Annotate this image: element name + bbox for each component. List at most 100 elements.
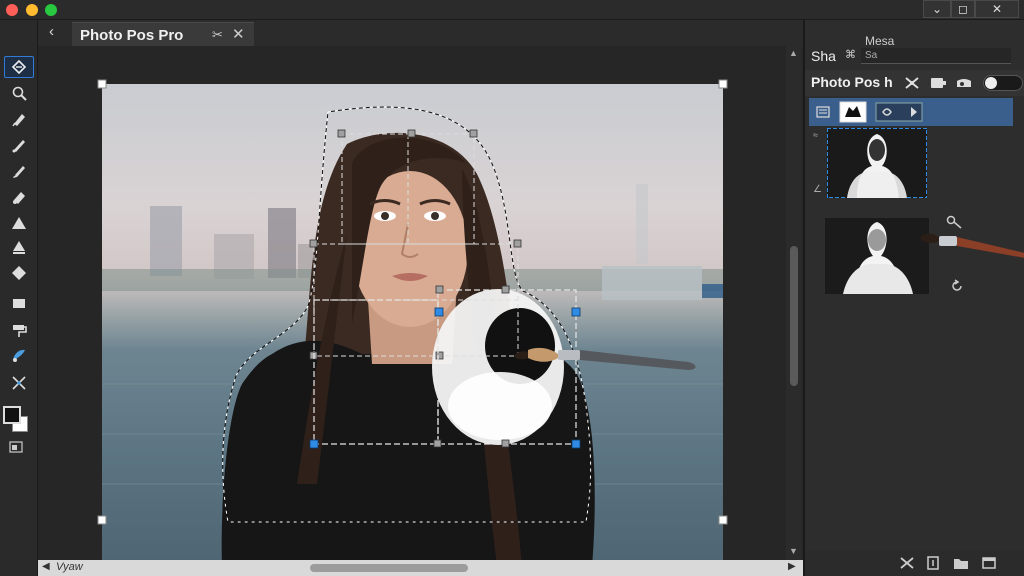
layer-row-mask-selected[interactable]: ≈ ∠ bbox=[809, 126, 1013, 206]
foreground-color-swatch[interactable] bbox=[3, 406, 21, 424]
panel-header: Mesa Sha ⌘ Sa bbox=[805, 28, 1024, 68]
link-layer-icon[interactable] bbox=[875, 101, 923, 123]
canvas-handle-tr[interactable] bbox=[718, 79, 728, 89]
pencil-tool-icon bbox=[12, 140, 25, 153]
layer-thumbnail[interactable] bbox=[825, 218, 929, 294]
layer-thumb-small-icon[interactable] bbox=[839, 101, 867, 123]
scroll-left-icon[interactable]: ◀ bbox=[42, 561, 50, 572]
canvas-handle-bl[interactable] bbox=[97, 515, 107, 525]
restore-icon: ◻ bbox=[958, 2, 968, 16]
canvas-handle-tl[interactable] bbox=[97, 79, 107, 89]
panel-footer bbox=[805, 550, 1024, 576]
transform-handle[interactable] bbox=[513, 239, 522, 248]
lasso-tool-icon bbox=[11, 59, 27, 75]
tab-close-icon[interactable]: ✕ bbox=[232, 25, 245, 43]
layer-row-mask-original[interactable] bbox=[809, 215, 1024, 300]
transform-tool-button[interactable] bbox=[4, 372, 34, 394]
toggle-knob bbox=[985, 77, 997, 89]
link-icon[interactable]: ∠ bbox=[813, 184, 822, 195]
adjust-tool-icon[interactable] bbox=[899, 556, 915, 570]
horizontal-scrollbar[interactable]: ◀ Vyaw ▶ bbox=[38, 560, 803, 576]
delete-layer-icon[interactable] bbox=[981, 556, 997, 570]
window-close-dot[interactable] bbox=[6, 4, 18, 16]
transform-handle[interactable] bbox=[501, 285, 510, 294]
canvas-handle-br[interactable] bbox=[718, 515, 728, 525]
pen-tool-button[interactable] bbox=[4, 108, 34, 130]
transform-tool-icon bbox=[12, 376, 26, 390]
lasso-tool-button[interactable] bbox=[4, 56, 34, 78]
layers-panel: Mesa Sha ⌘ Sa Photo Pos h ≈ ∠ bbox=[803, 20, 1024, 576]
panel-tab-title[interactable]: Photo Pos h bbox=[811, 74, 893, 90]
brush-tool-button[interactable] bbox=[4, 160, 34, 182]
paint-roller-icon bbox=[13, 325, 27, 337]
brush-tool-icon bbox=[13, 166, 25, 178]
horizontal-scroll-thumb[interactable] bbox=[310, 564, 468, 572]
refresh-icon[interactable] bbox=[949, 278, 965, 294]
eraser-tool-button[interactable] bbox=[4, 186, 34, 208]
selection-handle-tr[interactable] bbox=[571, 307, 581, 317]
new-layer-icon[interactable] bbox=[925, 556, 941, 570]
magnify-lasso-button[interactable] bbox=[4, 82, 34, 104]
triangle-shape-button[interactable] bbox=[4, 212, 34, 234]
selection-handle-br[interactable] bbox=[571, 439, 581, 449]
pencil-tool-button[interactable] bbox=[4, 134, 34, 156]
mask-icon[interactable] bbox=[955, 75, 973, 91]
transform-handle[interactable] bbox=[407, 129, 416, 138]
selection-handle-bl[interactable] bbox=[309, 439, 319, 449]
fill-triangle-icon bbox=[13, 241, 25, 254]
zoom-status-label: Vyaw bbox=[56, 561, 83, 573]
selection-overlay bbox=[97, 79, 728, 525]
transform-handle[interactable] bbox=[433, 439, 442, 448]
document-tab[interactable]: Photo Pos Pro ✂ ✕ bbox=[72, 22, 254, 46]
window-maximize-dot[interactable] bbox=[45, 4, 57, 16]
scroll-right-icon[interactable]: ▶ bbox=[788, 561, 796, 572]
rectangle-shape-icon bbox=[13, 299, 25, 308]
tab-back-button[interactable]: ‹ bbox=[49, 23, 54, 40]
panel-toggle-switch[interactable] bbox=[983, 75, 1023, 91]
layer-options-icon[interactable] bbox=[815, 101, 831, 123]
transform-handle[interactable] bbox=[337, 129, 346, 138]
pen-tool-icon bbox=[12, 114, 25, 127]
panel-text-field[interactable]: Sa bbox=[861, 48, 1011, 64]
pin-icon[interactable]: ✂ bbox=[212, 27, 223, 43]
brush-icon bbox=[921, 233, 1024, 258]
window-menu-button[interactable]: ⌄ bbox=[923, 0, 951, 18]
transform-handle[interactable] bbox=[501, 439, 510, 448]
layer-selected-row[interactable] bbox=[809, 98, 1013, 126]
subject-selection-path bbox=[222, 106, 592, 523]
window-restore-button[interactable]: ◻ bbox=[951, 0, 975, 18]
visibility-icon[interactable]: ≈ bbox=[813, 130, 818, 140]
panel-mesa-label: Mesa bbox=[865, 34, 895, 48]
fill-triangle-button[interactable] bbox=[4, 236, 34, 258]
scroll-up-icon[interactable]: ▲ bbox=[789, 48, 798, 58]
transform-handle[interactable] bbox=[435, 351, 444, 360]
diamond-shape-button[interactable] bbox=[4, 262, 34, 284]
panel-sha-label: Sha bbox=[811, 48, 836, 64]
window-minimize-dot[interactable] bbox=[26, 4, 38, 16]
app-window: ⌄ ◻ ✕ ‹ Photo Pos Pro ✂ ✕ ▲ ▼ ◀ Vyaw ▶ M… bbox=[0, 0, 1024, 576]
tools-cross-icon[interactable] bbox=[903, 75, 921, 91]
transform-handle[interactable] bbox=[469, 129, 478, 138]
reset-colors-icon[interactable] bbox=[9, 441, 23, 453]
selection-handle-ml[interactable] bbox=[434, 307, 444, 317]
vertical-scroll-thumb[interactable] bbox=[790, 246, 798, 386]
transform-handle[interactable] bbox=[435, 285, 444, 294]
tools-toolbar bbox=[0, 20, 38, 576]
canvas-area[interactable] bbox=[38, 46, 786, 567]
transform-handle[interactable] bbox=[309, 239, 318, 248]
vertical-scrollbar[interactable]: ▲ ▼ bbox=[786, 46, 802, 560]
folder-icon[interactable] bbox=[953, 556, 969, 570]
diamond-shape-icon bbox=[12, 266, 26, 280]
close-icon: ✕ bbox=[991, 2, 1003, 16]
rectangle-shape-button[interactable] bbox=[4, 292, 34, 314]
smudge-tool-button[interactable] bbox=[4, 344, 34, 366]
scroll-down-icon[interactable]: ▼ bbox=[789, 546, 798, 556]
window-close-button[interactable]: ✕ bbox=[975, 0, 1019, 18]
camera-icon[interactable] bbox=[929, 75, 947, 91]
panel-tab-bar: Photo Pos h bbox=[805, 70, 1024, 96]
magnify-lasso-icon bbox=[12, 86, 27, 101]
layer-thumbnail-selected[interactable] bbox=[827, 128, 927, 198]
chevron-down-icon: ⌄ bbox=[931, 2, 943, 16]
paint-roller-button[interactable] bbox=[4, 320, 34, 342]
title-bar: ⌄ ◻ ✕ bbox=[0, 0, 1024, 20]
